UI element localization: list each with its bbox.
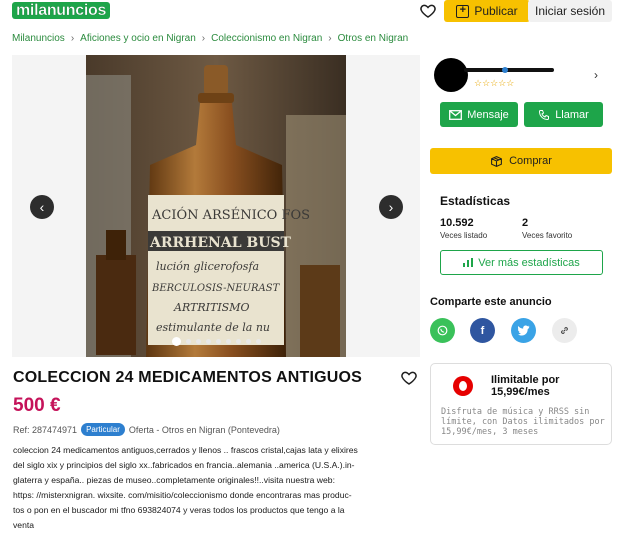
breadcrumb-separator: › [328, 33, 332, 44]
share-title: Comparte este anuncio [430, 296, 552, 308]
seller-rating-stars: ☆☆☆☆☆ [474, 78, 515, 88]
listing-meta: Ref: 287474971 Particular Oferta - Otros… [13, 423, 280, 436]
milanuncios-logo[interactable]: milanuncios [12, 2, 111, 19]
description-line: coleccion 24 medicamentos antiguos,cerra… [13, 445, 358, 455]
description-line: https: //misterxnigran. wixsite. com/mis… [13, 490, 352, 500]
gallery-dot[interactable] [196, 339, 201, 344]
bottle-label-line: BERCULOSIS-NEURAST [151, 283, 281, 294]
facebook-icon: f [480, 324, 485, 337]
breadcrumb-separator: › [201, 33, 206, 44]
photo-gallery[interactable]: ACIÓN ARSÉNICO FOS ARRHENAL BUST lución … [12, 55, 420, 357]
seller-name-redacted [464, 68, 554, 72]
breadcrumb-item[interactable]: Milanuncios [12, 33, 65, 44]
seller-dot [502, 67, 508, 73]
listing-description: coleccion 24 medicamentos antiguos,cerra… [13, 443, 421, 533]
views-label: Veces listado [440, 231, 488, 240]
link-icon [561, 327, 568, 334]
gallery-dot[interactable] [256, 339, 261, 344]
gallery-dot[interactable] [216, 339, 221, 344]
views-stat: 10.592 Veces listado [440, 217, 487, 240]
gallery-dot[interactable] [226, 339, 231, 344]
bar-chart-icon [463, 258, 474, 267]
favorites-heart-icon[interactable] [419, 2, 437, 20]
bottle-label-line: lución glicerofosfa [156, 260, 259, 273]
breadcrumb-item[interactable]: Aficiones y ocio en Nigran [80, 33, 196, 44]
breadcrumb-item[interactable]: Otros en Nigran [338, 33, 409, 44]
listing-ref: Ref: 287474971 [13, 424, 78, 435]
more-stats-button[interactable]: Ver más estadísticas [440, 250, 603, 275]
gallery-dot[interactable] [246, 339, 251, 344]
gallery-dot[interactable] [206, 339, 211, 344]
chevron-left-icon: ‹ [39, 199, 45, 215]
description-line: glaterra y españa.. piezas de museo..com… [13, 475, 335, 485]
gallery-dots [172, 337, 261, 346]
message-label: Mensaje [467, 108, 509, 121]
promo-title: Ilimitable por 15,99€/mes [491, 374, 560, 398]
chevron-right-icon: › [594, 68, 598, 82]
breadcrumb-item[interactable]: Coleccionismo en Nigran [211, 33, 322, 44]
call-label: Llamar [555, 108, 589, 121]
seller-card[interactable]: ☆☆☆☆☆ › [430, 54, 612, 94]
favs-count: 2 [522, 217, 529, 229]
breadcrumb: Milanuncios › Aficiones y ocio en Nigran ›… [12, 33, 408, 44]
message-button[interactable]: Mensaje [440, 102, 518, 127]
listing-title: COLECCION 24 MEDICAMENTOS ANTIGUOS [13, 369, 363, 386]
buy-label: Comprar [509, 155, 552, 167]
views-count: 10.592 [440, 217, 474, 229]
bottle-label-line: ARRHENAL BUST [149, 235, 292, 251]
gallery-dot[interactable] [186, 339, 191, 344]
box-icon [491, 155, 503, 167]
offer-location: Oferta - Otros en Nigran (Pontevedra) [128, 424, 280, 435]
description-line: venta [13, 520, 35, 530]
promo-text: Disfruta de música y RRSS sin límite, co… [441, 407, 605, 437]
plus-icon: + [456, 4, 470, 18]
phone-icon [539, 109, 550, 120]
vodafone-logo [453, 376, 473, 396]
listing-price: 500 € [13, 395, 61, 416]
seller-type-badge: Particular [81, 423, 125, 436]
favs-stat: 2 Veces favorito [522, 217, 572, 240]
login-button[interactable]: Iniciar sesión [528, 0, 612, 22]
gallery-dot[interactable] [172, 337, 181, 346]
bottle-label-line: estimulante de la nu [156, 321, 270, 334]
call-button[interactable]: Llamar [524, 102, 603, 127]
seller-avatar [434, 58, 468, 92]
stats-title: Estadísticas [440, 194, 511, 208]
listing-photo[interactable]: ACIÓN ARSÉNICO FOS ARRHENAL BUST lución … [86, 55, 346, 357]
share-whatsapp-button[interactable] [430, 318, 455, 343]
description-line: del siglo xix y principios del siglo xx.… [13, 460, 355, 470]
medicine-bottle-image: ACIÓN ARSÉNICO FOS ARRHENAL BUST lución … [86, 55, 346, 357]
share-facebook-button[interactable]: f [470, 318, 495, 343]
gallery-prev-button[interactable]: ‹ [30, 195, 54, 219]
whatsapp-icon [437, 325, 448, 336]
bottle-label-line: ACIÓN ARSÉNICO FOS [151, 206, 310, 223]
gallery-dot[interactable] [236, 339, 241, 344]
vodafone-promo-card[interactable]: Ilimitable por 15,99€/mes Disfruta de mú… [430, 363, 612, 445]
publish-label: Publicar [474, 4, 518, 18]
more-stats-label: Ver más estadísticas [478, 256, 580, 269]
buy-button[interactable]: Comprar [430, 148, 612, 174]
favorite-heart-icon[interactable] [400, 369, 418, 387]
chevron-right-icon: › [388, 199, 394, 215]
favs-label: Veces favorito [522, 231, 573, 240]
bottle-label-line: ARTRITISMO [173, 301, 250, 314]
share-twitter-button[interactable] [511, 318, 536, 343]
envelope-icon [449, 109, 463, 120]
description-line: tos o pon en el buscador mi tfno 6938240… [13, 505, 345, 515]
twitter-icon [517, 325, 529, 336]
share-link-button[interactable] [552, 318, 577, 343]
gallery-next-button[interactable]: › [379, 195, 403, 219]
breadcrumb-separator: › [70, 33, 75, 44]
publish-button[interactable]: + Publicar [444, 0, 530, 22]
